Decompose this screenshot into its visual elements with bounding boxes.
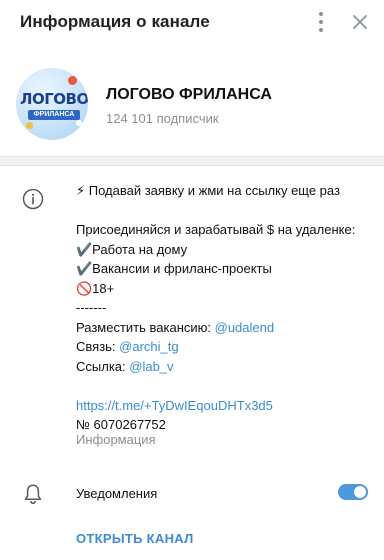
avatar-decoration [68,76,77,85]
description-text: Присоединяйся и зарабатывай $ на удаленк… [76,222,356,237]
description-text: Разместить вакансию: [76,319,215,335]
description-line: 🚫18+ [76,279,376,299]
description-line: https://t.me/+TyDwIEqouDHTx3d5 [76,396,376,416]
description-text: № 6070267752 [76,417,166,432]
channel-description: ⚡ Подавай заявку и жми на ссылку еще раз… [76,181,376,435]
notifications-toggle[interactable] [338,484,368,500]
description-link[interactable]: @lab_v [129,359,173,374]
bell-icon [22,482,44,506]
description-line: ✔️Работа на дому [76,240,376,260]
description-line: ⚡ Подавай заявку и жми на ссылку еще раз [76,181,376,201]
description-text: Связь: [76,339,120,354]
open-channel-button[interactable]: ОТКРЫТЬ КАНАЛ [76,531,194,546]
more-vertical-icon[interactable] [310,10,332,34]
subscriber-count: 124 101 подписчик [106,111,219,126]
page-title: Информация о канале [20,12,210,31]
avatar-logo-text: ЛОГОВО [20,90,88,108]
description-link[interactable]: @udalend [215,320,274,335]
description-link[interactable]: @archi_tg [119,339,178,354]
section-divider [0,156,384,166]
description-line: ------- [76,298,376,318]
description-line: Разместить вакансию: @udalend [76,318,376,338]
description-text: ⚡ Подавай заявку и жми на ссылку еще раз [76,183,340,198]
toggle-knob [354,486,366,498]
description-caption: Информация [76,432,156,447]
description-line [76,376,376,396]
notifications-label: Уведомления [76,486,158,501]
description-line: Связь: @archi_tg [76,337,376,357]
description-text: Ссылка: [76,358,130,374]
description-text: 🚫18+ [76,280,115,296]
description-link[interactable]: https://t.me/+TyDwIEqouDHTx3d5 [76,398,273,413]
channel-name: ЛОГОВО ФРИЛАНСА [106,86,272,103]
avatar-decoration [76,120,82,126]
description-line: ✔️Вакансии и фриланс-проекты [76,259,376,279]
description-text: ✔️Вакансии и фриланс-проекты [76,261,272,276]
avatar-ribbon-text: ФРИЛАНСА [33,111,75,118]
description-text: ------- [76,300,107,315]
description-line [76,201,376,221]
description-line: Присоединяйся и зарабатывай $ на удаленк… [76,220,376,240]
channel-profile: ЛОГОВО ФРИЛАНСА ЛОГОВО ФРИЛАНСА 124 101 … [0,60,384,152]
info-icon [22,188,44,210]
close-icon[interactable] [348,10,372,34]
avatar[interactable]: ЛОГОВО ФРИЛАНСА [16,68,88,140]
description-line: Ссылка: @lab_v [76,357,376,377]
header: Информация о канале [0,0,384,44]
avatar-decoration [26,122,33,129]
description-text: ✔️Работа на дому [76,241,188,257]
